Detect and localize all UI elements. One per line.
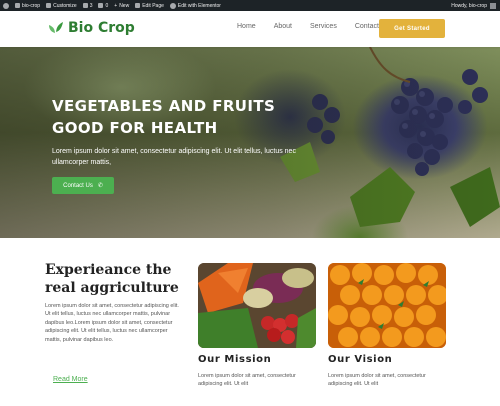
logo-text: Bio Crop (68, 20, 135, 36)
admin-new-link[interactable]: + New (114, 3, 129, 9)
nav-services[interactable]: Services (310, 23, 337, 30)
wordpress-logo-icon[interactable] (3, 2, 9, 9)
contact-us-label: Contact Us (63, 182, 93, 189)
nav-about[interactable]: About (274, 23, 292, 30)
intro-title-line-2: real aggriculture (45, 280, 179, 296)
admin-site-link[interactable]: bio-crop (15, 3, 40, 9)
admin-updates-link[interactable]: 3 (82, 2, 93, 9)
mission-image (198, 263, 316, 348)
wp-admin-bar: bio-crop Customize 3 0 + New Edit Page Ed… (0, 0, 500, 11)
updates-icon (82, 3, 88, 8)
admin-elementor-label: Edit with Elementor (177, 2, 221, 9)
hero-banner: VEGETABLES AND FRUITS GOOD FOR HEALTH Lo… (0, 47, 500, 238)
contact-us-button[interactable]: Contact Us ✆ (52, 177, 114, 194)
hero-title-line-1: VEGETABLES AND FRUITS (52, 97, 276, 115)
mission-text: Lorem ipsum dolor sit amet, consectetur … (198, 373, 296, 388)
vision-image (328, 263, 446, 348)
main-nav: Home About Services Contact (237, 23, 397, 30)
get-started-button[interactable]: Get Started (379, 19, 445, 38)
hero-text: Lorem ipsum dolor sit amet, consectetur … (52, 148, 296, 166)
intro-title-line-1: Experieance the (45, 262, 172, 278)
admin-account-menu[interactable]: Howdy, bio-crop (451, 2, 496, 9)
admin-comments-link[interactable]: 0 (98, 3, 108, 9)
hero-title: VEGETABLES AND FRUITS GOOD FOR HEALTH (52, 95, 312, 139)
nav-home[interactable]: Home (237, 23, 256, 30)
elementor-icon (169, 2, 176, 9)
admin-customize-link[interactable]: Customize (46, 3, 77, 9)
admin-howdy-label: Howdy, bio-crop (451, 2, 487, 9)
admin-site-label: bio-crop (22, 2, 41, 9)
vision-text: Lorem ipsum dolor sit amet, consectetur … (328, 373, 426, 388)
admin-edit-page-link[interactable]: Edit Page (135, 3, 164, 9)
avatar (490, 2, 496, 9)
site-header: Bio Crop Home About Services Contact Get… (0, 11, 500, 47)
hero-title-line-2: GOOD FOR HEALTH (52, 119, 218, 137)
nav-contact[interactable]: Contact (355, 23, 379, 30)
intro-text: Lorem ipsum dolor sit amet, consectetur … (45, 303, 179, 343)
brush-icon (46, 3, 52, 8)
mission-title: Our Mission (198, 354, 272, 365)
comment-icon (98, 3, 104, 8)
intro-title: Experieance the real aggriculture (45, 261, 185, 297)
site-logo[interactable]: Bio Crop (48, 20, 135, 36)
pencil-icon (135, 3, 141, 8)
leaf-icon (49, 22, 63, 34)
phone-icon: ✆ (97, 183, 103, 189)
plus-icon: + (114, 2, 118, 9)
admin-customize-label: Customize (53, 2, 77, 9)
home-icon (15, 3, 20, 8)
admin-updates-count: 3 (89, 2, 93, 9)
vision-title: Our Vision (328, 354, 393, 365)
admin-elementor-link[interactable]: Edit with Elementor (169, 2, 221, 9)
read-more-link[interactable]: Read More (53, 376, 88, 383)
admin-new-label: New (119, 2, 130, 9)
hero-overlay (0, 47, 500, 238)
admin-comments-count: 0 (105, 2, 109, 9)
admin-edit-page-label: Edit Page (142, 2, 164, 9)
